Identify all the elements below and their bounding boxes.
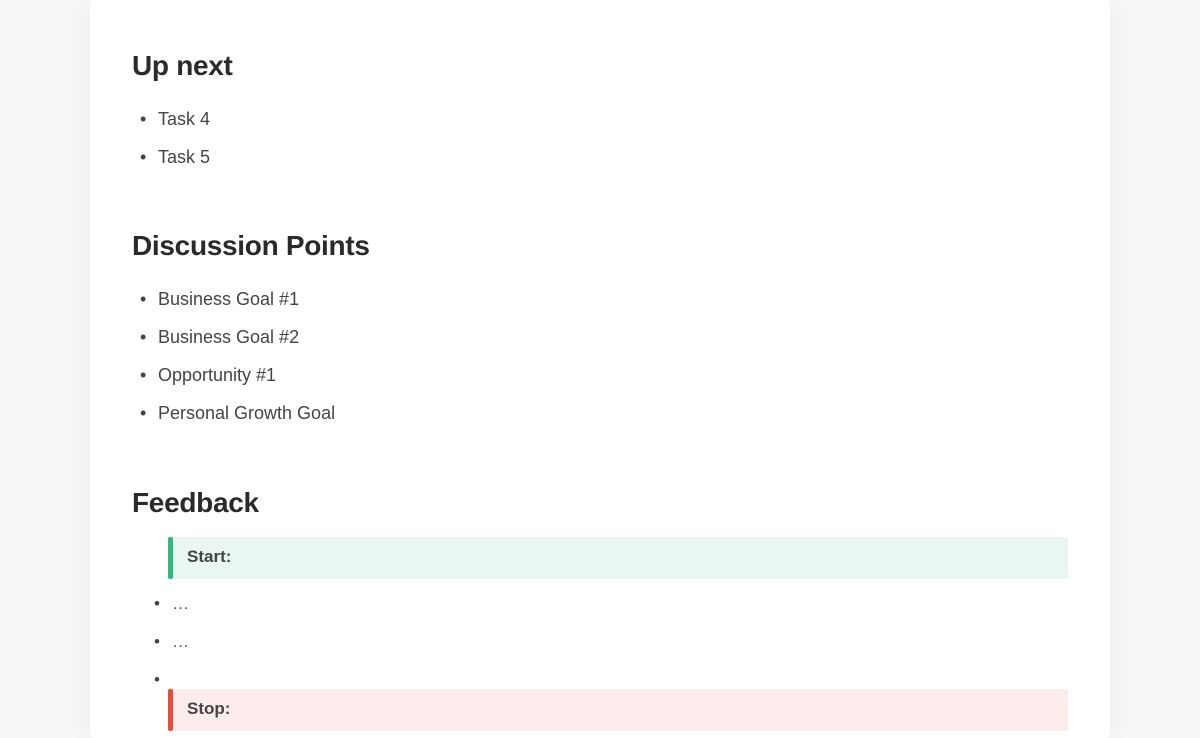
list-item: Task 4 — [158, 100, 1068, 138]
list-item: … — [158, 623, 1068, 661]
feedback-start-items: … … — [132, 585, 1068, 677]
list-item: … — [158, 585, 1068, 623]
list-item: Business Goal #1 — [158, 280, 1068, 318]
list-item: Task 5 — [158, 138, 1068, 176]
feedback-stop-label: Stop: — [173, 689, 244, 731]
discussion-heading: Discussion Points — [132, 230, 1068, 262]
feedback-heading: Feedback — [132, 487, 1068, 519]
list-item: Business Goal #2 — [158, 318, 1068, 356]
up-next-list: Task 4 Task 5 — [132, 100, 1068, 176]
list-item: Opportunity #1 — [158, 356, 1068, 394]
discussion-list: Business Goal #1 Business Goal #2 Opport… — [132, 280, 1068, 432]
list-item — [158, 661, 1068, 677]
document-page: Up next Task 4 Task 5 Discussion Points … — [90, 0, 1110, 738]
feedback-stop-block: Stop: — [168, 689, 1068, 731]
up-next-heading: Up next — [132, 50, 1068, 82]
feedback-start-label: Start: — [173, 537, 245, 579]
list-item: Personal Growth Goal — [158, 394, 1068, 432]
feedback-start-block: Start: — [168, 537, 1068, 579]
